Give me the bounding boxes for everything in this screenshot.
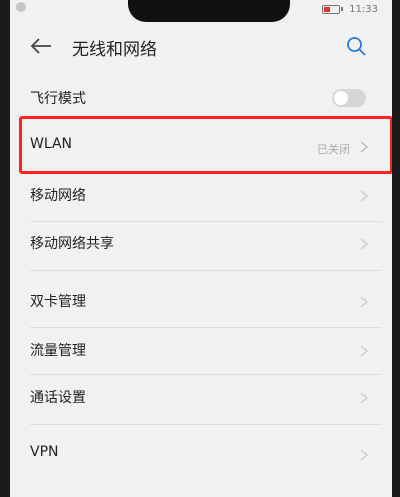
airplane-mode-toggle[interactable] xyxy=(332,89,366,107)
row-label: VPN xyxy=(30,444,59,460)
status-time: 11:33 xyxy=(349,3,378,15)
row-label: 流量管理 xyxy=(30,343,86,359)
highlight-box xyxy=(19,116,392,174)
search-icon[interactable] xyxy=(346,36,366,56)
divider xyxy=(30,424,382,425)
row-data-usage[interactable]: 流量管理 xyxy=(10,328,392,372)
phone-screen: 11:33 无线和网络 飞行模式 WLAN 已关闭 移动网络 移动网络共享 双卡… xyxy=(10,0,392,497)
back-arrow-icon[interactable] xyxy=(30,38,52,54)
chevron-right-icon xyxy=(360,345,368,357)
row-vpn[interactable]: VPN xyxy=(10,434,392,478)
row-mobile-network[interactable]: 移动网络 xyxy=(10,176,392,220)
chevron-right-icon xyxy=(360,238,368,250)
row-label: 移动网络共享 xyxy=(30,236,114,252)
chevron-right-icon xyxy=(360,190,368,202)
row-call-settings[interactable]: 通话设置 xyxy=(10,376,392,420)
row-label: 飞行模式 xyxy=(30,91,86,107)
divider xyxy=(30,374,382,375)
page-title: 无线和网络 xyxy=(72,40,157,60)
divider xyxy=(30,270,382,271)
page-header: 无线和网络 xyxy=(10,26,392,66)
row-label: 双卡管理 xyxy=(30,294,86,310)
phone-bezel-left xyxy=(0,0,10,497)
chevron-right-icon xyxy=(360,392,368,404)
row-dual-sim[interactable]: 双卡管理 xyxy=(10,280,392,324)
battery-icon xyxy=(322,4,341,14)
row-label: 移动网络 xyxy=(30,188,86,204)
row-tethering[interactable]: 移动网络共享 xyxy=(10,222,392,266)
row-airplane-mode[interactable]: 飞行模式 xyxy=(10,80,392,114)
status-bar: 11:33 xyxy=(322,2,378,16)
status-indicator-icon xyxy=(16,2,26,12)
phone-bezel-right xyxy=(392,0,400,497)
chevron-right-icon xyxy=(360,449,368,461)
camera-notch xyxy=(128,0,290,22)
chevron-right-icon xyxy=(360,296,368,308)
row-label: 通话设置 xyxy=(30,390,86,406)
